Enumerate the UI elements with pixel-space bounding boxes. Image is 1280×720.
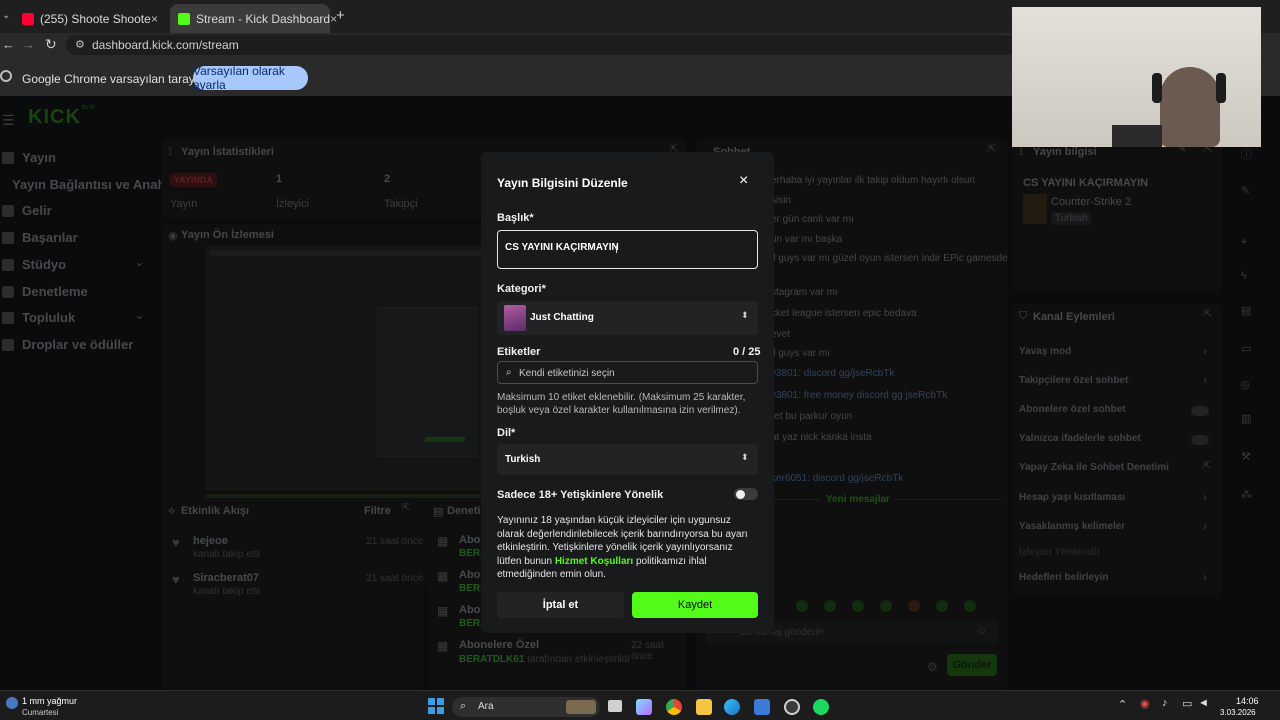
- start-quadrant: [437, 698, 444, 705]
- windows-taskbar: 1 mm yağmur Cumartesi ⌕ Ara ⌃ ◉ ♪ ▭ ◄ 14…: [0, 690, 1280, 720]
- tab-youtube[interactable]: (255) Shoote Shoote - YouTube ×: [14, 4, 166, 33]
- category-select[interactable]: Just Chatting ⬍: [497, 301, 758, 335]
- reload-icon[interactable]: ↻: [45, 36, 57, 53]
- webcam-person: [1160, 67, 1220, 147]
- close-tab-icon[interactable]: ×: [151, 12, 158, 26]
- weather-day: Cumartesi: [22, 708, 59, 717]
- edge-icon[interactable]: [724, 699, 740, 715]
- youtube-favicon-icon: [22, 12, 34, 25]
- modal-title: Yayın Bilgisini Düzenle: [497, 176, 628, 190]
- close-modal-button[interactable]: ×: [739, 172, 748, 190]
- text-cursor-icon: I: [615, 244, 619, 256]
- search-icon: ⌕: [460, 700, 467, 712]
- select-arrows-icon: ⬍: [741, 310, 749, 320]
- start-quadrant: [437, 707, 444, 714]
- network-icon[interactable]: ▭: [1182, 697, 1192, 710]
- category-field-label: Kategori*: [497, 283, 546, 295]
- language-select[interactable]: Turkish ⬍: [497, 444, 758, 475]
- tab-kick[interactable]: Stream - Kick Dashboard ×: [170, 4, 337, 33]
- mature-content-label: Sadece 18+ Yetişkinlere Yönelik: [497, 489, 664, 501]
- tags-input[interactable]: ⌕ Kendi etiketinizi seçin: [497, 361, 758, 384]
- webcam-headphone-left: [1152, 73, 1162, 103]
- spotify-icon[interactable]: [813, 699, 829, 715]
- task-view-icon[interactable]: [608, 700, 622, 712]
- language-value: Turkish: [505, 454, 541, 465]
- category-thumbnail: [504, 305, 526, 331]
- title-input[interactable]: CS YAYINI KAÇIRMAYIN I: [497, 230, 758, 269]
- select-arrows-icon: ⬍: [741, 452, 749, 462]
- webcam-overlay: [1012, 7, 1261, 147]
- language-field-label: Dil*: [497, 427, 516, 439]
- address-bar[interactable]: ⚙ dashboard.kick.com/stream: [66, 35, 1016, 55]
- obs-icon[interactable]: [784, 699, 800, 715]
- toggle-knob: [736, 489, 745, 499]
- chevron-up-icon[interactable]: ⌃: [1118, 698, 1127, 711]
- kick-favicon-icon: [178, 12, 190, 25]
- chrome-icon: [0, 70, 12, 82]
- weather-temperature: 1 mm yağmur: [22, 696, 78, 706]
- mature-content-toggle[interactable]: [734, 488, 758, 500]
- save-label: Kaydet: [677, 599, 713, 611]
- clock-time[interactable]: 14:06: [1236, 696, 1259, 706]
- tags-help-text: Maksimum 10 etiket eklenebilir. (Maksimu…: [497, 392, 746, 416]
- title-field-label: Başlık*: [497, 212, 534, 224]
- search-icon: ⌕: [506, 367, 512, 378]
- start-quadrant: [428, 698, 435, 705]
- mature-disclaimer: Yayınınız 18 yaşından küçük izleyiciler …: [497, 514, 759, 582]
- title-input-value: CS YAYINI KAÇIRMAYIN: [505, 242, 619, 253]
- category-value: Just Chatting: [530, 312, 594, 323]
- taskbar-search-placeholder: Ara: [478, 701, 494, 712]
- edit-stream-info-modal: Yayın Bilgisini Düzenle × Başlık* CS YAY…: [481, 152, 774, 633]
- site-info-icon[interactable]: ⚙: [75, 38, 85, 51]
- chrome-icon[interactable]: [666, 699, 682, 715]
- new-tab-button[interactable]: +: [336, 7, 345, 24]
- windows-start-icon[interactable]: [428, 698, 444, 714]
- tags-count: 0 / 25: [733, 346, 761, 358]
- webcam-headphone-right: [1216, 73, 1226, 103]
- back-icon[interactable]: ←: [2, 37, 15, 52]
- cancel-button[interactable]: İptal et: [497, 592, 624, 618]
- start-quadrant: [428, 707, 435, 714]
- cancel-label: İptal et: [542, 599, 579, 611]
- url-text: dashboard.kick.com/stream: [92, 38, 239, 52]
- weather-icon[interactable]: [6, 697, 18, 709]
- save-button[interactable]: Kaydet: [632, 592, 758, 618]
- set-default-button[interactable]: Varsayılan olarak ayarla: [193, 64, 308, 92]
- taskbar-search[interactable]: ⌕ Ara: [452, 697, 600, 717]
- clock-date[interactable]: 3.03.2026: [1220, 708, 1256, 717]
- tags-input-placeholder: Kendi etiketinizi seçin: [519, 368, 615, 379]
- search-highlight-image: [566, 700, 596, 714]
- terms-of-service-link[interactable]: Hizmet Koşulları: [555, 556, 633, 567]
- copilot-icon[interactable]: [636, 699, 652, 715]
- tab-youtube-title: (255) Shoote Shoote - YouTube: [40, 11, 151, 26]
- file-explorer-icon[interactable]: [696, 699, 712, 715]
- tags-field-label: Etiketler: [497, 346, 541, 358]
- store-icon[interactable]: [754, 699, 770, 715]
- volume-icon[interactable]: ◄: [1198, 697, 1209, 709]
- tray-app-icon[interactable]: ◉: [1140, 697, 1150, 710]
- forward-icon[interactable]: →: [22, 37, 35, 52]
- set-default-label: Varsayılan olarak ayarla: [193, 64, 285, 92]
- microphone-icon[interactable]: ♪: [1162, 697, 1168, 709]
- tab-kick-title: Stream - Kick Dashboard: [196, 11, 331, 26]
- tab-search-icon[interactable]: ⌄: [2, 10, 10, 21]
- webcam-chair: [1112, 125, 1162, 147]
